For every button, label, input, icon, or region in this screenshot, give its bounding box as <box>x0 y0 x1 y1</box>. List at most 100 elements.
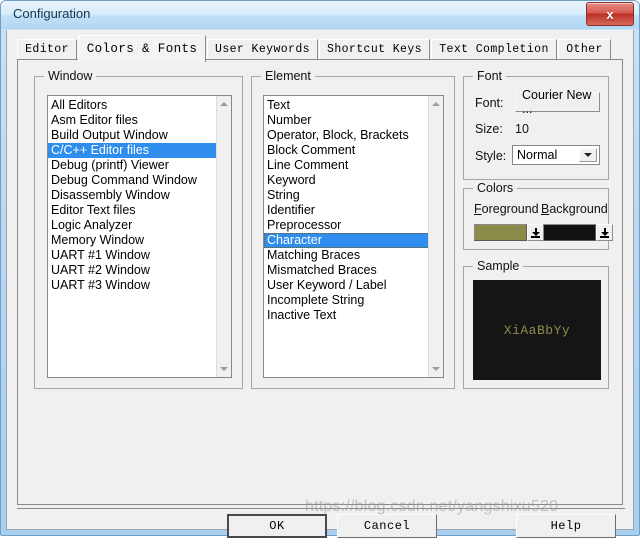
cancel-button[interactable]: Cancel <box>337 514 437 538</box>
list-item-label: Debug Command Window <box>51 173 197 187</box>
background-color-swatch[interactable] <box>543 224 596 241</box>
list-item[interactable]: Disassembly Window <box>48 188 217 203</box>
style-select-value: Normal <box>517 148 558 162</box>
element-list-scrollbar[interactable] <box>428 96 443 377</box>
tab-user-keywords[interactable]: User Keywords <box>207 39 318 60</box>
font-field-label: Font: <box>475 96 504 110</box>
element-listbox[interactable]: Text Number Operator, Block, Brackets Block… <box>263 95 444 378</box>
list-item[interactable]: Text <box>264 98 429 113</box>
list-item[interactable]: Identifier <box>264 203 429 218</box>
list-item[interactable]: C/C++ Editor files <box>48 143 217 158</box>
window-list-scrollbar[interactable] <box>216 96 231 377</box>
list-item[interactable]: Debug Command Window <box>48 173 217 188</box>
list-item-label: User Keyword / Label <box>267 278 387 292</box>
dialog-client-area: Editor Colors & Fonts User Keywords Shortcu… <box>6 30 634 538</box>
foreground-label-rest: oreground <box>481 202 539 216</box>
foreground-color-swatch[interactable] <box>474 224 527 241</box>
foreground-color-dropdown-button[interactable] <box>527 224 544 241</box>
tab-label: Shortcut Keys <box>327 43 422 56</box>
list-item[interactable]: All Editors <box>48 98 217 113</box>
sample-preview: XiAaBbYy <box>473 280 601 380</box>
font-group-title: Font <box>473 69 507 83</box>
list-item-label: Build Output Window <box>51 128 168 142</box>
list-item-label: UART #2 Window <box>51 263 150 277</box>
list-item[interactable]: Line Comment <box>264 158 429 173</box>
scroll-up-arrow-icon[interactable] <box>217 97 231 111</box>
list-item[interactable]: Mismatched Braces <box>264 263 429 278</box>
list-item-label: Keyword <box>267 173 316 187</box>
size-field-label: Size: <box>475 122 503 136</box>
list-item[interactable]: Inactive Text <box>264 308 429 323</box>
list-item-label: Debug (printf) Viewer <box>51 158 169 172</box>
list-item-label: Line Comment <box>267 158 349 172</box>
list-item-label: Text <box>267 98 290 112</box>
element-group: Element Text Number Operator, Block, Brack… <box>251 69 455 389</box>
style-select[interactable]: Normal <box>512 145 600 165</box>
chevron-down-icon[interactable] <box>579 148 597 162</box>
close-button[interactable]: x <box>586 2 634 26</box>
list-item[interactable]: Keyword <box>264 173 429 188</box>
list-item[interactable]: Debug (printf) Viewer <box>48 158 217 173</box>
tab-label: User Keywords <box>215 43 310 56</box>
scroll-up-arrow-icon[interactable] <box>429 97 443 111</box>
list-item-label: Disassembly Window <box>51 188 170 202</box>
list-item[interactable]: Block Comment <box>264 143 429 158</box>
title-bar[interactable]: Configuration x <box>0 0 640 30</box>
color-arrow-icon <box>600 227 609 238</box>
list-item-label: Asm Editor files <box>51 113 138 127</box>
background-label: Background <box>541 202 608 216</box>
list-item[interactable]: Build Output Window <box>48 128 217 143</box>
window-group: Window All Editors Asm Editor files Build … <box>34 69 243 389</box>
tab-label: Colors & Fonts <box>86 42 198 56</box>
list-item-label: Number <box>267 113 312 127</box>
tab-editor[interactable]: Editor <box>17 39 77 60</box>
sample-text: XiAaBbYy <box>503 322 571 338</box>
list-item[interactable]: Number <box>264 113 429 128</box>
list-item[interactable]: Character <box>264 233 429 248</box>
list-item[interactable]: Operator, Block, Brackets <box>264 128 429 143</box>
list-item[interactable]: Incomplete String <box>264 293 429 308</box>
window-listbox[interactable]: All Editors Asm Editor files Build Output … <box>47 95 232 378</box>
tab-colors-fonts[interactable]: Colors & Fonts <box>78 35 206 62</box>
list-item[interactable]: User Keyword / Label <box>264 278 429 293</box>
background-color-dropdown-button[interactable] <box>596 224 613 241</box>
sample-group-title: Sample <box>473 259 524 273</box>
colors-group-title: Colors <box>473 181 518 195</box>
element-list-items: Text Number Operator, Block, Brackets Block… <box>264 96 429 323</box>
scroll-down-arrow-icon[interactable] <box>429 362 443 376</box>
list-item[interactable]: Matching Braces <box>264 248 429 263</box>
list-item-label: Inactive Text <box>267 308 337 322</box>
list-item-label: All Editors <box>51 98 108 112</box>
ok-button[interactable]: OK <box>227 514 327 538</box>
font-group: Font Font: Courier New ... Size: 10 Styl… <box>463 69 609 180</box>
tab-shortcut-keys[interactable]: Shortcut Keys <box>319 39 430 60</box>
list-item[interactable]: Preprocessor <box>264 218 429 233</box>
list-item[interactable]: Editor Text files <box>48 203 217 218</box>
list-item-label: UART #1 Window <box>51 248 150 262</box>
help-button[interactable]: Help <box>516 514 616 538</box>
scroll-down-arrow-icon[interactable] <box>217 362 231 376</box>
list-item[interactable]: UART #3 Window <box>48 278 217 293</box>
list-item[interactable]: Asm Editor files <box>48 113 217 128</box>
list-item[interactable]: UART #1 Window <box>48 248 217 263</box>
list-item[interactable]: Logic Analyzer <box>48 218 217 233</box>
list-item-label: Logic Analyzer <box>51 218 133 232</box>
list-item-label: Preprocessor <box>267 218 342 232</box>
list-item[interactable]: UART #2 Window <box>48 263 217 278</box>
font-picker-button[interactable]: Courier New ... <box>515 88 600 116</box>
tab-other[interactable]: Other <box>558 39 611 60</box>
window-title: Configuration <box>13 6 91 21</box>
button-bar-separator <box>17 508 625 509</box>
list-item-label: UART #3 Window <box>51 278 150 292</box>
tab-strip: Editor Colors & Fonts User Keywords Shortcu… <box>17 35 623 62</box>
list-item-label: Character <box>267 233 322 247</box>
foreground-label: Foreground <box>474 202 539 216</box>
list-item-label: Block Comment <box>267 143 356 157</box>
list-item[interactable]: Memory Window <box>48 233 217 248</box>
close-icon: x <box>606 6 614 22</box>
tab-text-completion[interactable]: Text Completion <box>431 39 557 60</box>
list-item[interactable]: String <box>264 188 429 203</box>
list-item-label: C/C++ Editor files <box>51 143 149 157</box>
window-list-items: All Editors Asm Editor files Build Output … <box>48 96 217 293</box>
size-value: 10 <box>515 122 529 136</box>
